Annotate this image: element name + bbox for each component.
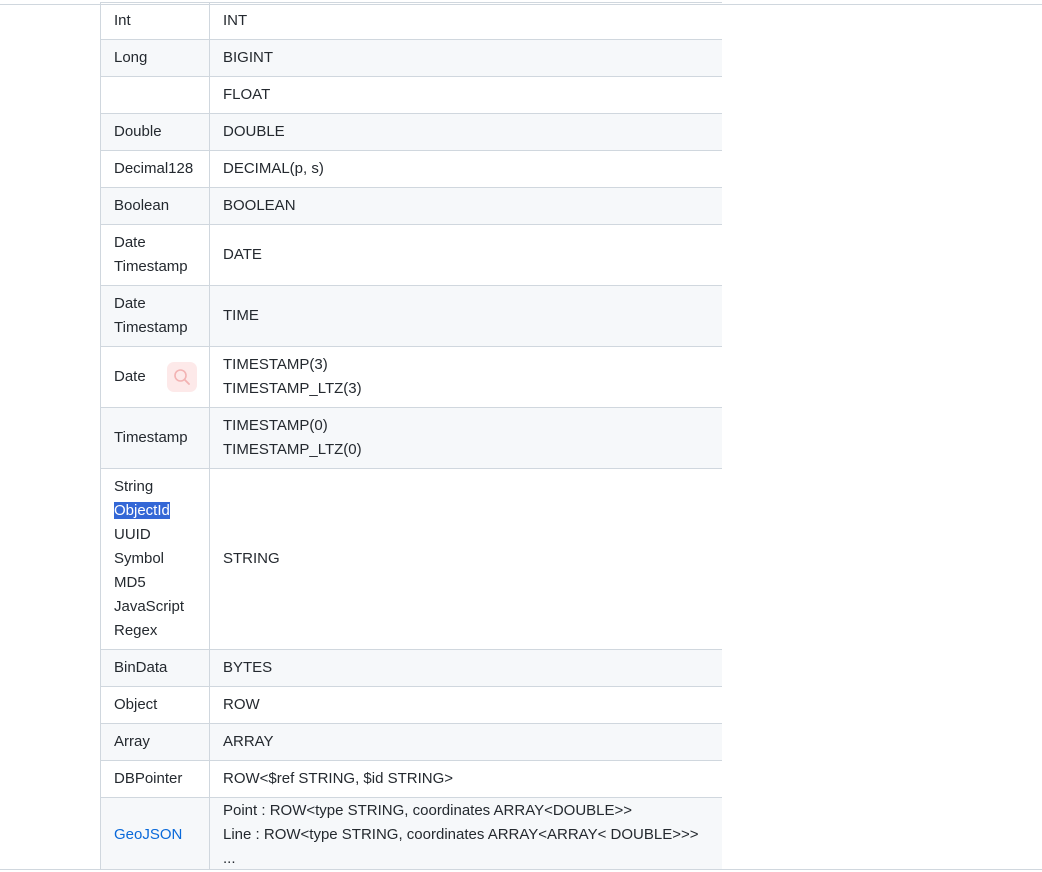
type-mapping-table: Int INT Long BIGINT FLOAT Double DOUBLE … <box>100 2 722 869</box>
table-row: Int INT <box>100 2 722 40</box>
search-icon[interactable] <box>167 362 197 392</box>
flink-type-cell: TIME <box>209 285 722 347</box>
table-row: Date Timestamp TIME <box>100 285 722 347</box>
mongodb-type: Boolean <box>114 197 170 214</box>
mongodb-type: BinData <box>114 659 168 676</box>
table-row: Long BIGINT <box>100 39 722 77</box>
mongodb-type: Regex <box>114 622 158 639</box>
mongodb-type: Symbol <box>114 550 165 567</box>
mongodb-type: JavaScript <box>114 598 185 615</box>
flink-type-cell: Point : ROW<type STRING, coordinates ARR… <box>209 797 722 869</box>
flink-type-cell: BOOLEAN <box>209 187 722 225</box>
flink-type: ARRAY <box>223 733 274 750</box>
flink-type-cell: INT <box>209 2 722 40</box>
table-row: Date TIMESTAMP(3) TIMESTAMP_LTZ(3) <box>100 346 722 408</box>
mongodb-type-cell: Timestamp <box>100 407 210 469</box>
mongodb-type-cell: Boolean <box>100 187 210 225</box>
flink-type: ROW <box>223 696 260 713</box>
mongodb-type-cell: DBPointer <box>100 760 210 798</box>
table-row: BinData BYTES <box>100 649 722 687</box>
mongodb-type-cell: Date Timestamp <box>100 285 210 347</box>
mongodb-type-cell: Int <box>100 2 210 40</box>
mongodb-type: UUID <box>114 526 151 543</box>
mongodb-type-selected: ObjectId <box>114 499 196 523</box>
mongodb-type: Long <box>114 49 148 66</box>
mongodb-type-cell: String ObjectId UUID Symbol MD5 JavaScri… <box>100 468 210 650</box>
table-row: DBPointer ROW<$ref STRING, $id STRING> <box>100 760 722 798</box>
flink-type-cell: ROW <box>209 686 722 724</box>
flink-type: BOOLEAN <box>223 197 296 214</box>
table-row: Object ROW <box>100 686 722 724</box>
mongodb-type: String <box>114 478 154 495</box>
table-row: Decimal128 DECIMAL(p, s) <box>100 150 722 188</box>
flink-type-cell: DECIMAL(p, s) <box>209 150 722 188</box>
table-row: Date Timestamp DATE <box>100 224 722 286</box>
flink-type-cell: DOUBLE <box>209 113 722 151</box>
mongodb-type: Int <box>114 12 131 29</box>
table-row: Array ARRAY <box>100 723 722 761</box>
flink-type-cell: FLOAT <box>209 76 722 114</box>
flink-type: DECIMAL(p, s) <box>223 160 324 177</box>
mongodb-type: MD5 <box>114 574 146 591</box>
mongodb-type-cell: Date <box>100 346 210 408</box>
mongodb-type-cell: Date Timestamp <box>100 224 210 286</box>
mongodb-type: Timestamp <box>114 319 188 336</box>
flink-type-cell: TIMESTAMP(3) TIMESTAMP_LTZ(3) <box>209 346 722 408</box>
flink-type: DOUBLE <box>223 123 285 140</box>
mongodb-type-cell: BinData <box>100 649 210 687</box>
table-viewport[interactable]: Int INT Long BIGINT FLOAT Double DOUBLE … <box>100 2 722 869</box>
mongodb-type-cell: GeoJSON <box>100 797 210 869</box>
flink-type: TIMESTAMP(0) <box>223 417 328 434</box>
mongodb-type-cell <box>100 76 210 114</box>
flink-type: Line : ROW<type STRING, coordinates ARRA… <box>223 825 699 843</box>
flink-type: BYTES <box>223 659 273 676</box>
mongodb-type: Double <box>114 123 162 140</box>
table-row: FLOAT <box>100 76 722 114</box>
flink-type-cell: STRING <box>209 468 722 650</box>
mongodb-type-cell: Decimal128 <box>100 150 210 188</box>
flink-type-cell: TIMESTAMP(0) TIMESTAMP_LTZ(0) <box>209 407 722 469</box>
bottom-divider <box>0 869 1042 870</box>
mongodb-type: Decimal128 <box>114 160 194 177</box>
flink-type: TIMESTAMP_LTZ(0) <box>223 441 362 458</box>
flink-type-cell: BIGINT <box>209 39 722 77</box>
flink-type: INT <box>223 12 248 29</box>
mongodb-type: Timestamp <box>114 258 188 275</box>
flink-type: TIME <box>223 307 259 324</box>
flink-type-cell: ARRAY <box>209 723 722 761</box>
mongodb-type: Timestamp <box>114 429 188 446</box>
flink-type: Point : ROW<type STRING, coordinates ARR… <box>223 801 633 819</box>
flink-type-cell: ROW<$ref STRING, $id STRING> <box>209 760 722 798</box>
table-row: String ObjectId UUID Symbol MD5 JavaScri… <box>100 468 722 650</box>
flink-type-cell: BYTES <box>209 649 722 687</box>
table-row: GeoJSON Point : ROW<type STRING, coordin… <box>100 797 722 869</box>
mongodb-type: DBPointer <box>114 770 183 787</box>
mongodb-type-cell: Array <box>100 723 210 761</box>
flink-type: STRING <box>223 550 280 567</box>
mongodb-type-cell: Double <box>100 113 210 151</box>
flink-type: ROW<$ref STRING, $id STRING> <box>223 770 454 787</box>
flink-type: TIMESTAMP(3) <box>223 356 328 373</box>
flink-type-cell: DATE <box>209 224 722 286</box>
mongodb-type: Array <box>114 733 150 750</box>
flink-type: ... <box>223 849 236 867</box>
text-selection: ObjectId <box>114 502 170 519</box>
mongodb-type-cell: Object <box>100 686 210 724</box>
mongodb-type: Object <box>114 696 158 713</box>
search-icon-glyph <box>174 369 190 385</box>
mongodb-type-cell: Long <box>100 39 210 77</box>
flink-type: BIGINT <box>223 49 274 66</box>
table-row: Timestamp TIMESTAMP(0) TIMESTAMP_LTZ(0) <box>100 407 722 469</box>
table-row: Boolean BOOLEAN <box>100 187 722 225</box>
flink-type: DATE <box>223 246 262 263</box>
mongodb-type: Date <box>114 234 146 251</box>
flink-type: TIMESTAMP_LTZ(3) <box>223 380 362 397</box>
table-row: Double DOUBLE <box>100 113 722 151</box>
geojson-link[interactable]: GeoJSON <box>114 823 196 847</box>
mongodb-type: Date <box>114 295 146 312</box>
flink-type: FLOAT <box>223 86 271 103</box>
